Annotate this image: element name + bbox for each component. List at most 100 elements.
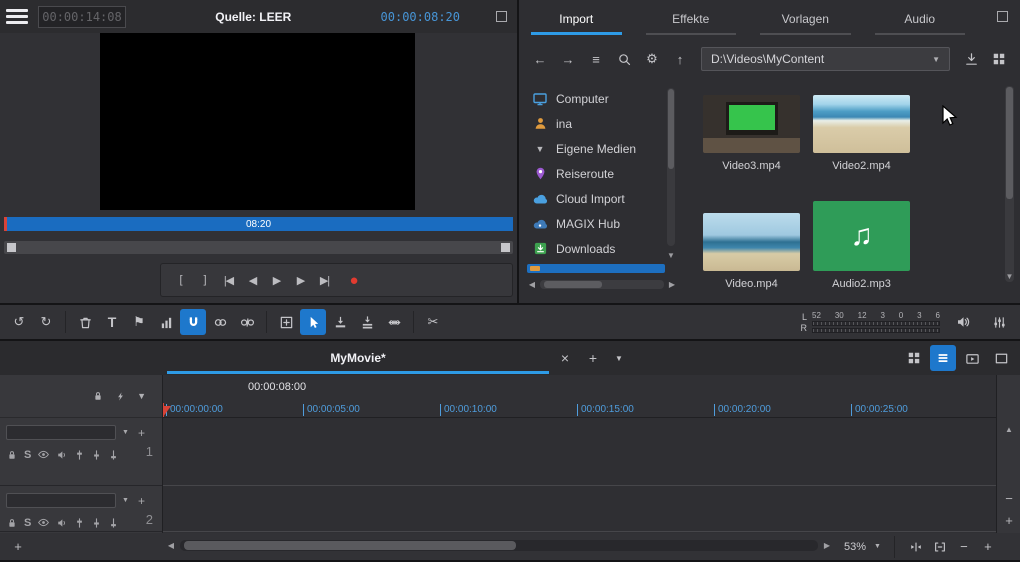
mixer-button[interactable] bbox=[986, 309, 1012, 335]
delete-button[interactable] bbox=[72, 309, 98, 335]
timeline-ruler[interactable]: 00:00:08:00 00:00:00:00 00:00:05:00 00:0… bbox=[163, 375, 996, 418]
project-tab[interactable]: MyMovie* bbox=[165, 341, 551, 375]
files-scroll-down-icon[interactable]: ▼ bbox=[1004, 272, 1015, 281]
maximize-icon[interactable] bbox=[496, 11, 507, 22]
mute-speaker-icon[interactable] bbox=[56, 449, 68, 461]
tree-item-computer[interactable]: Computer bbox=[527, 86, 665, 111]
timeline-view-button[interactable] bbox=[930, 345, 956, 371]
preview-range-slider[interactable] bbox=[4, 241, 513, 254]
split-button[interactable]: ✂ bbox=[420, 309, 446, 335]
lock-icon[interactable] bbox=[6, 517, 18, 529]
tree-item-ina[interactable]: ina bbox=[527, 111, 665, 136]
add-icon[interactable]: + bbox=[135, 494, 148, 508]
scrollbar-thumb[interactable] bbox=[668, 89, 674, 169]
undo-button[interactable]: ↺ bbox=[6, 309, 32, 335]
add-track-button[interactable]: + bbox=[8, 537, 28, 556]
chevron-down-icon[interactable]: ▼ bbox=[874, 543, 881, 550]
range-handle-right[interactable] bbox=[501, 243, 510, 252]
pan-curve-icon[interactable] bbox=[91, 449, 102, 461]
tab-effekte[interactable]: Effekte bbox=[634, 0, 749, 38]
pan-curve-icon[interactable] bbox=[91, 517, 102, 529]
play-button[interactable]: ▶ bbox=[265, 268, 288, 292]
zoom-in-button[interactable]: + bbox=[980, 538, 996, 556]
media-file-audio2[interactable]: ♫ Audio2.mp3 bbox=[813, 201, 910, 290]
volume-curve-icon[interactable] bbox=[74, 449, 85, 461]
chevron-down-icon[interactable]: ▼ bbox=[119, 429, 132, 436]
lock-all-icon[interactable] bbox=[92, 390, 104, 402]
redo-button[interactable]: ↻ bbox=[33, 309, 59, 335]
maximize-icon[interactable] bbox=[997, 11, 1008, 22]
jump-end-button[interactable]: ▶| bbox=[313, 268, 336, 292]
forward-button[interactable]: → bbox=[555, 46, 581, 72]
tree-scrollbar-vertical[interactable] bbox=[667, 88, 675, 246]
group-button[interactable] bbox=[207, 309, 233, 335]
chevron-down-icon[interactable]: ▼ bbox=[137, 391, 146, 401]
new-project-button[interactable]: + bbox=[582, 347, 604, 369]
mute-speaker-icon[interactable] bbox=[56, 517, 68, 529]
scrollbar-track[interactable] bbox=[180, 540, 818, 551]
chevron-down-icon[interactable]: ▼ bbox=[119, 497, 132, 504]
storyboard-view-button[interactable] bbox=[901, 345, 927, 371]
import-file-button[interactable] bbox=[958, 46, 984, 72]
scrollbar-thumb[interactable] bbox=[544, 281, 602, 288]
jump-start-button[interactable]: |◀ bbox=[217, 268, 240, 292]
zoom-range-button[interactable] bbox=[932, 538, 948, 556]
mark-out-button[interactable]: ] bbox=[193, 268, 216, 292]
mouse-mode-button[interactable] bbox=[300, 309, 326, 335]
thumbnail-view-button[interactable] bbox=[986, 46, 1012, 72]
path-dropdown[interactable]: D:\Videos\MyContent ▼ bbox=[701, 47, 950, 71]
tree-item-reiseroute[interactable]: Reiseroute bbox=[527, 161, 665, 186]
tab-import[interactable]: Import bbox=[519, 0, 634, 38]
volume-curve-icon[interactable] bbox=[74, 517, 85, 529]
track-height-plus-icon[interactable]: + bbox=[997, 513, 1020, 528]
timeline-scrollbar-vertical[interactable]: ▲ − + bbox=[996, 375, 1020, 533]
curves-icon[interactable] bbox=[108, 517, 119, 529]
zoom-out-button[interactable]: − bbox=[956, 538, 972, 556]
peak-meter-button[interactable] bbox=[153, 309, 179, 335]
view-options-button[interactable]: ≡ bbox=[583, 46, 609, 72]
curves-icon[interactable] bbox=[108, 449, 119, 461]
lock-icon[interactable] bbox=[6, 449, 18, 461]
track-preset-dropdown[interactable] bbox=[6, 425, 116, 440]
tree-item-selected-partial[interactable] bbox=[527, 264, 665, 273]
marker-button[interactable]: ⚑ bbox=[126, 309, 152, 335]
record-button[interactable]: ● bbox=[342, 268, 365, 292]
media-file-video[interactable]: Video.mp4 bbox=[703, 213, 800, 290]
track-1-lane[interactable] bbox=[163, 418, 996, 486]
track-height-minus-icon[interactable]: − bbox=[997, 491, 1020, 506]
media-file-video3[interactable]: Video3.mp4 bbox=[703, 95, 800, 172]
scroll-right-icon[interactable]: ▶ bbox=[822, 541, 832, 550]
playhead-marker[interactable] bbox=[163, 406, 171, 417]
scrollbar-thumb[interactable] bbox=[184, 541, 516, 550]
track-2-lane[interactable] bbox=[163, 486, 996, 532]
object-zoom-button[interactable] bbox=[273, 309, 299, 335]
settings-button[interactable]: ⚙ bbox=[639, 46, 665, 72]
range-handle-left[interactable] bbox=[7, 243, 16, 252]
menu-icon[interactable] bbox=[4, 8, 30, 25]
mouse-mode-single-object-button[interactable] bbox=[327, 309, 353, 335]
scrollbar-track[interactable] bbox=[540, 280, 664, 289]
eye-icon[interactable] bbox=[37, 448, 50, 461]
preview-screen[interactable] bbox=[100, 33, 415, 210]
keyframe-icon[interactable] bbox=[115, 391, 126, 402]
playback-progress-bar[interactable]: 08:20 bbox=[4, 217, 513, 231]
mark-in-button[interactable]: [ bbox=[169, 268, 192, 292]
search-button[interactable] bbox=[611, 46, 637, 72]
master-volume-button[interactable] bbox=[950, 309, 976, 335]
tree-item-magix-hub[interactable]: MAGIX Hub bbox=[527, 211, 665, 236]
tree-item-cloud-import[interactable]: Cloud Import bbox=[527, 186, 665, 211]
ungroup-button[interactable] bbox=[234, 309, 260, 335]
movie-overview-button[interactable] bbox=[959, 345, 985, 371]
tree-item-eigene-medien[interactable]: ▼ Eigene Medien bbox=[527, 136, 665, 161]
files-scrollbar-vertical[interactable] bbox=[1005, 86, 1014, 282]
title-editor-button[interactable]: T bbox=[99, 309, 125, 335]
prev-frame-button[interactable]: ◀ bbox=[241, 268, 264, 292]
close-project-button[interactable]: × bbox=[554, 347, 576, 369]
zoom-level-value[interactable]: 53% bbox=[844, 541, 866, 553]
project-menu-button[interactable]: ▼ bbox=[608, 347, 630, 369]
solo-icon[interactable]: S bbox=[24, 449, 31, 461]
add-icon[interactable]: + bbox=[135, 426, 148, 440]
eye-icon[interactable] bbox=[37, 516, 50, 529]
media-file-video2[interactable]: Video2.mp4 bbox=[813, 95, 910, 172]
snap-toggle-button[interactable] bbox=[180, 309, 206, 335]
